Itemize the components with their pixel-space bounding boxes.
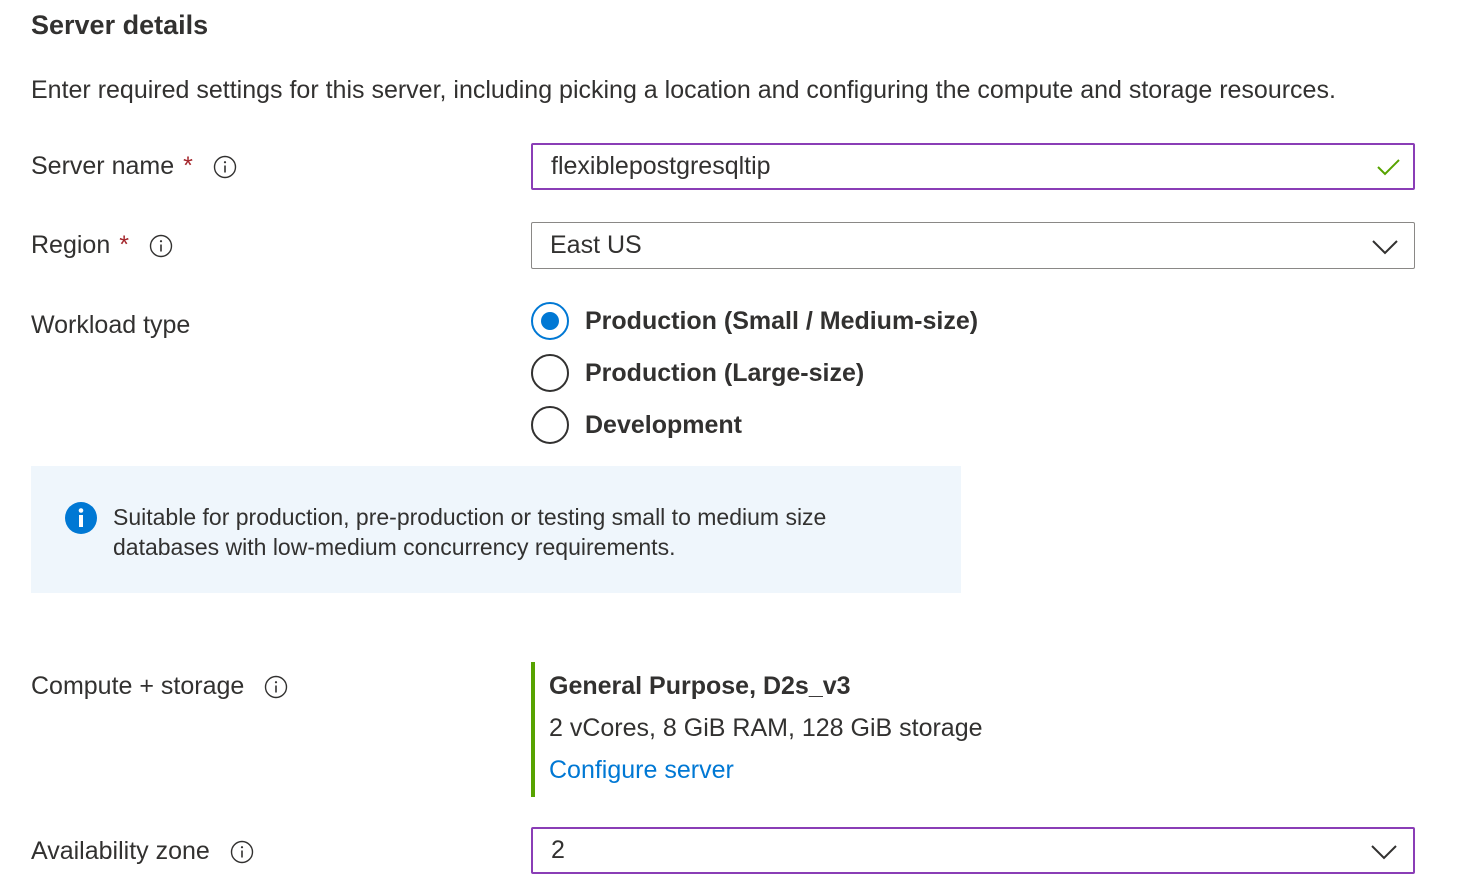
checkmark-icon	[1373, 152, 1403, 182]
info-filled-icon	[64, 501, 98, 535]
workload-info-bar: Suitable for production, pre-production …	[31, 466, 961, 593]
availability-zone-value[interactable]: 2	[551, 836, 1369, 865]
radio-option-label[interactable]: Development	[585, 411, 742, 440]
server-name-label-row: Server name *	[31, 152, 237, 181]
radio-option-development[interactable]: Development	[531, 406, 742, 444]
info-message: Suitable for production, pre-production …	[113, 504, 827, 560]
radio-button-selected[interactable]	[531, 302, 569, 340]
region-value[interactable]: East US	[550, 231, 1370, 260]
info-icon[interactable]	[213, 155, 237, 179]
availability-zone-label: Availability zone	[31, 837, 210, 865]
radio-button[interactable]	[531, 406, 569, 444]
region-label-row: Region *	[31, 231, 173, 260]
chevron-down-icon[interactable]	[1369, 836, 1399, 866]
availability-zone-dropdown[interactable]: 2	[531, 827, 1415, 874]
info-icon[interactable]	[149, 234, 173, 258]
region-label: Region	[31, 231, 111, 259]
server-name-label: Server name	[31, 152, 175, 180]
server-name-value[interactable]: flexiblepostgresqltip	[551, 152, 1373, 181]
compute-tier: General Purpose, D2s_v3	[549, 672, 851, 700]
info-icon[interactable]	[264, 675, 288, 699]
radio-option-production-large[interactable]: Production (Large-size)	[531, 354, 864, 392]
radio-option-label[interactable]: Production (Small / Medium-size)	[585, 307, 978, 336]
section-description: Enter required settings for this server,…	[31, 76, 1336, 104]
radio-option-production-small-medium[interactable]: Production (Small / Medium-size)	[531, 302, 978, 340]
workload-type-label: Workload type	[31, 311, 191, 339]
compute-spec: 2 vCores, 8 GiB RAM, 128 GiB storage	[549, 714, 983, 742]
info-icon[interactable]	[230, 840, 254, 864]
radio-option-label[interactable]: Production (Large-size)	[585, 359, 864, 388]
region-dropdown[interactable]: East US	[531, 222, 1415, 269]
compute-storage-label-row: Compute + storage	[31, 672, 288, 701]
radio-button[interactable]	[531, 354, 569, 392]
server-name-input[interactable]: flexiblepostgresqltip	[531, 143, 1415, 190]
chevron-down-icon[interactable]	[1370, 231, 1400, 261]
required-marker: *	[119, 231, 129, 259]
compute-storage-label: Compute + storage	[31, 672, 245, 700]
compute-storage-summary: General Purpose, D2s_v3 2 vCores, 8 GiB …	[531, 662, 983, 797]
availability-zone-label-row: Availability zone	[31, 837, 254, 866]
section-title: Server details	[31, 10, 209, 40]
configure-server-link[interactable]: Configure server	[549, 756, 734, 785]
required-marker: *	[183, 152, 193, 180]
